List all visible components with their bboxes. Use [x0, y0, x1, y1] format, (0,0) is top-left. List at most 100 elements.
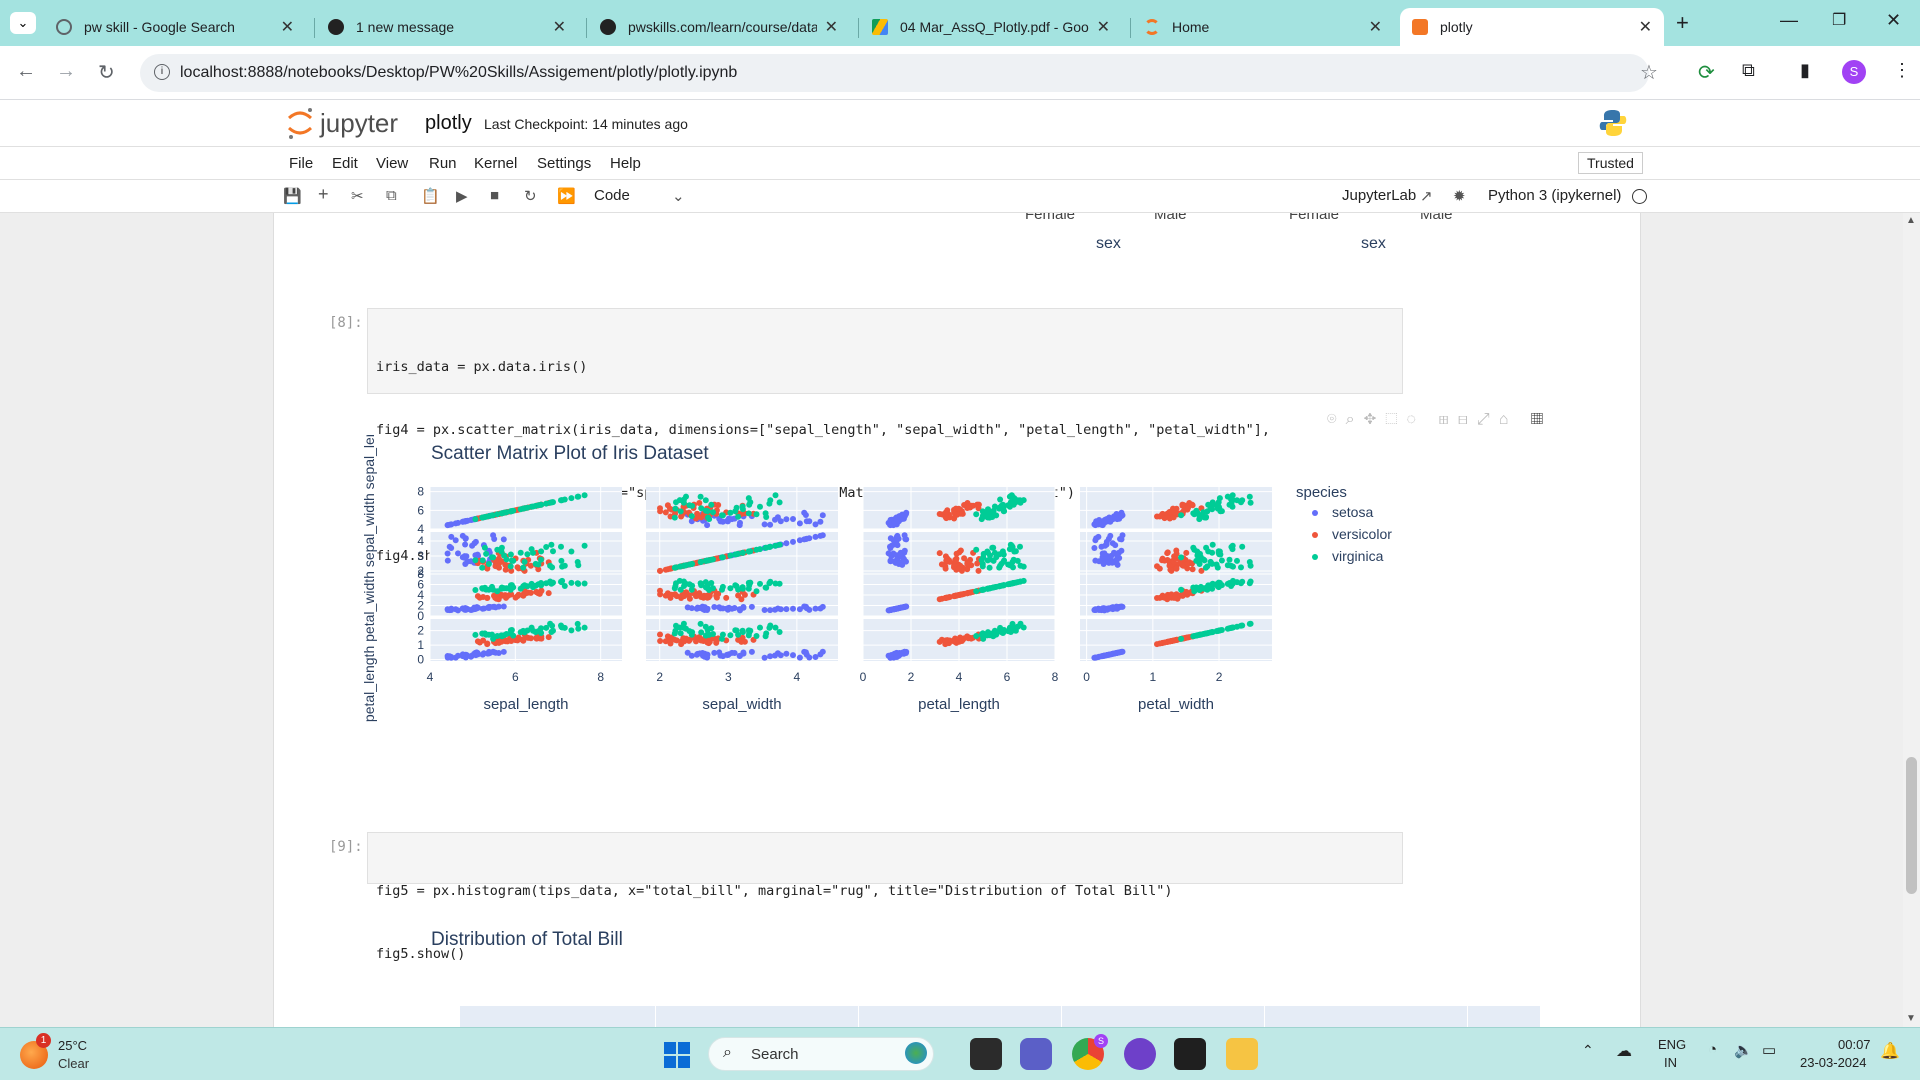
external-link-icon[interactable]: ↗	[1420, 187, 1433, 205]
data-point-virginica	[543, 544, 550, 550]
tab-google-drive-pdf[interactable]: 04 Mar_AssQ_Plotly.pdf - Goog ✕	[860, 8, 1122, 46]
profile-avatar[interactable]: S	[1842, 60, 1866, 84]
chevron-down-icon[interactable]: ⌄	[672, 187, 685, 205]
close-tab-icon[interactable]: ✕	[1639, 17, 1652, 37]
volume-icon[interactable]: 🔈	[1734, 1041, 1753, 1059]
onedrive-icon[interactable]: ☁	[1616, 1041, 1632, 1061]
insert-cell-icon[interactable]: +	[318, 184, 329, 205]
box-select-icon[interactable]: ⬚	[1385, 411, 1406, 428]
close-tab-icon[interactable]: ✕	[281, 17, 294, 37]
new-tab-icon[interactable]: +	[1676, 10, 1689, 36]
stop-icon[interactable]: ■	[490, 187, 499, 204]
close-tab-icon[interactable]: ✕	[553, 17, 566, 37]
data-point-setosa	[455, 550, 461, 557]
menu-help[interactable]: Help	[610, 155, 641, 172]
menu-file[interactable]: File	[289, 155, 313, 172]
reset-axes-icon[interactable]: ⌂	[1499, 411, 1518, 428]
bookmark-star-icon[interactable]: ☆	[1640, 60, 1658, 85]
battery-icon[interactable]: ▭	[1762, 1041, 1776, 1059]
browser-toolbar: ← → ↻ i localhost:8888/notebooks/Desktop…	[0, 46, 1920, 100]
tab-google-search[interactable]: pw skill - Google Search ✕	[44, 8, 306, 46]
kernel-name[interactable]: Python 3 (ipykernel)	[1488, 187, 1621, 204]
close-tab-icon[interactable]: ✕	[1097, 17, 1110, 37]
restart-icon[interactable]: ↻	[524, 187, 537, 205]
close-tab-icon[interactable]: ✕	[1369, 17, 1382, 37]
autoscale-icon[interactable]: ⤢	[1477, 411, 1499, 428]
jupyter-logo-icon[interactable]	[286, 106, 314, 140]
data-point-versicolor	[936, 550, 943, 557]
extension-icon[interactable]: ⟳	[1698, 60, 1715, 85]
chevron-up-icon[interactable]: ⌃	[1582, 1042, 1594, 1059]
forward-icon[interactable]: →	[56, 60, 76, 83]
notebook-icon	[1412, 19, 1428, 35]
data-point-virginica	[727, 632, 734, 639]
restore-icon[interactable]: ❐	[1832, 10, 1846, 30]
data-point-setosa	[893, 516, 900, 522]
code-cell-9[interactable]: fig5 = px.histogram(tips_data, x="total_…	[367, 832, 1403, 962]
fast-forward-icon[interactable]: ⏩	[557, 187, 576, 205]
back-icon[interactable]: ←	[16, 60, 36, 83]
reload-icon[interactable]: ↻	[98, 60, 115, 85]
site-info-icon[interactable]: i	[154, 64, 170, 80]
menu-view[interactable]: View	[376, 155, 408, 172]
save-icon[interactable]: 💾	[283, 187, 302, 205]
menu-edit[interactable]: Edit	[332, 155, 358, 172]
data-point-setosa	[887, 522, 894, 529]
trusted-indicator[interactable]: Trusted	[1578, 152, 1643, 174]
cut-icon[interactable]: ✂	[351, 187, 364, 205]
tab-search-button[interactable]: ⌄	[10, 12, 36, 34]
plotly-logo-icon[interactable]: ▦	[1531, 411, 1552, 428]
side-panel-icon[interactable]: ▮	[1800, 60, 1810, 81]
language-indicator[interactable]: ENG	[1658, 1037, 1686, 1052]
wifi-icon[interactable]: ◔	[1708, 1041, 1717, 1058]
zoom-out-icon[interactable]: ⊟	[1458, 411, 1477, 428]
data-point-setosa	[737, 607, 743, 614]
tab-jupyter-home[interactable]: Home ✕	[1132, 8, 1394, 46]
data-point-setosa	[737, 519, 743, 526]
terminal-icon[interactable]	[1174, 1038, 1206, 1070]
jupyter-logo-text[interactable]: jupyter	[320, 108, 398, 139]
extensions-puzzle-icon[interactable]: ⧉	[1742, 60, 1755, 81]
windows-start-icon[interactable]	[664, 1042, 690, 1068]
copy-icon[interactable]: ⧉	[386, 187, 397, 204]
data-point-setosa	[790, 605, 796, 612]
task-view-icon[interactable]	[970, 1038, 1002, 1070]
chrome-menu-icon[interactable]: ⋮	[1893, 60, 1911, 81]
camera-icon[interactable]: ⌾	[1327, 411, 1346, 428]
menu-run[interactable]: Run	[429, 155, 457, 172]
zoom-icon[interactable]: ⌕	[1346, 411, 1364, 428]
data-point-virginica	[719, 512, 725, 519]
prev-axis-title: sex	[1096, 235, 1121, 252]
run-icon[interactable]: ▶	[456, 187, 468, 205]
tab-pwskills[interactable]: pwskills.com/learn/course/data ✕	[588, 8, 850, 46]
scrollbar-thumb[interactable]	[1906, 757, 1917, 894]
notebook-title[interactable]: plotly	[425, 112, 472, 135]
clock-time[interactable]: 00:07	[1838, 1037, 1871, 1052]
data-point-setosa	[790, 652, 796, 659]
tab-plotly[interactable]: plotly ✕	[1400, 8, 1664, 46]
cell-type-select[interactable]: Code	[594, 187, 630, 204]
notification-bell-icon[interactable]: 🔔	[1880, 1041, 1900, 1061]
jupyterlab-link[interactable]: JupyterLab	[1342, 187, 1416, 204]
address-bar[interactable]: i localhost:8888/notebooks/Desktop/PW%20…	[140, 54, 1658, 92]
data-point-virginica	[472, 516, 479, 523]
file-explorer-icon[interactable]	[1226, 1038, 1258, 1070]
close-tab-icon[interactable]: ✕	[825, 17, 838, 37]
data-point-virginica	[776, 629, 783, 635]
menu-settings[interactable]: Settings	[537, 155, 591, 172]
teams-icon[interactable]	[1020, 1038, 1052, 1070]
lasso-icon[interactable]: ◌	[1407, 411, 1426, 428]
page-scrollbar[interactable]: ▲ ▼	[1903, 213, 1920, 1027]
tab-new-message[interactable]: 1 new message ✕	[316, 8, 578, 46]
paste-icon[interactable]: 📋	[421, 187, 440, 205]
data-point-virginica	[548, 541, 555, 548]
code-cell-8[interactable]: iris_data = px.data.iris() fig4 = px.sca…	[367, 308, 1403, 564]
minimize-icon[interactable]: —	[1780, 10, 1798, 31]
github-icon[interactable]	[1124, 1038, 1156, 1070]
menu-kernel[interactable]: Kernel	[474, 155, 517, 172]
zoom-in-icon[interactable]: ⊞	[1439, 411, 1458, 428]
close-window-icon[interactable]: ✕	[1886, 10, 1901, 31]
debugger-icon[interactable]: ✹	[1453, 187, 1466, 205]
taskbar-search[interactable]: ⌕ Search	[708, 1037, 934, 1071]
pan-icon[interactable]: ✥	[1364, 411, 1386, 428]
